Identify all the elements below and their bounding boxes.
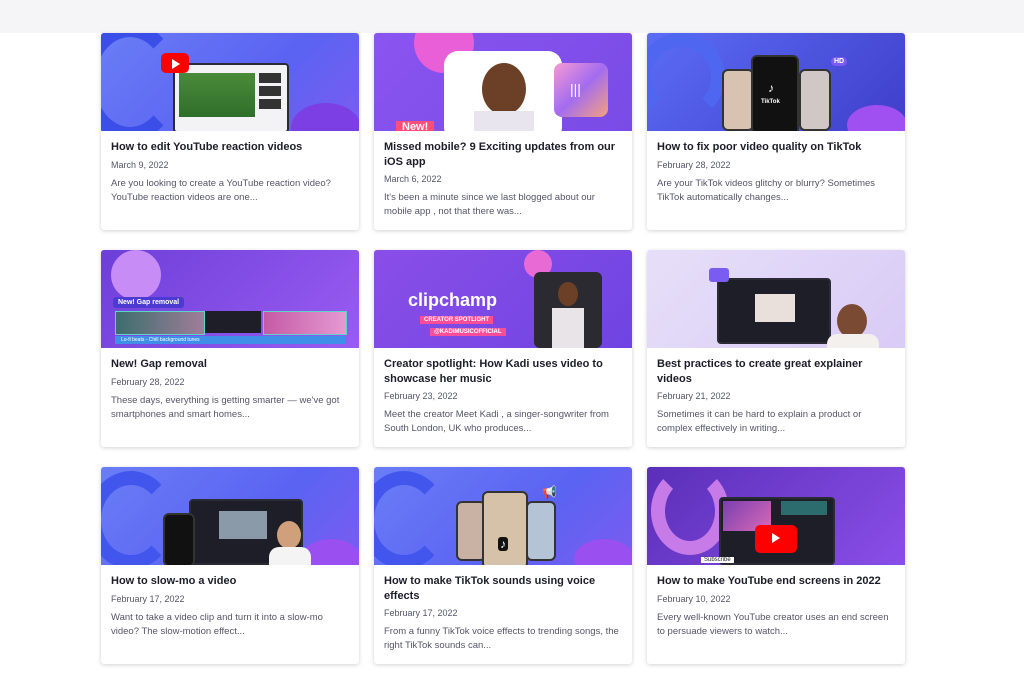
post-date: March 9, 2022 bbox=[111, 159, 169, 170]
post-thumbnail bbox=[101, 467, 359, 565]
timeline-gap bbox=[205, 311, 261, 333]
post-title[interactable]: Creator spotlight: How Kadi uses video t… bbox=[384, 357, 622, 386]
timeline-clip bbox=[263, 311, 347, 335]
post-title[interactable]: Missed mobile? 9 Exciting updates from o… bbox=[384, 140, 622, 169]
post-card[interactable]: ♪ 📢 How to make TikTok sounds using voic… bbox=[374, 467, 632, 664]
post-card[interactable]: Best practices to create great explainer… bbox=[647, 250, 905, 447]
phone-center: ♪ TikTok bbox=[751, 55, 799, 131]
post-card[interactable]: New! Gap removal Lo-fi beats - Chill bac… bbox=[101, 250, 359, 447]
timeline-clip bbox=[115, 311, 205, 335]
phone-right bbox=[526, 501, 556, 561]
youtube-icon bbox=[755, 525, 797, 553]
presenter-body bbox=[827, 334, 879, 348]
post-title[interactable]: How to fix poor video quality on TikTok bbox=[657, 140, 895, 155]
decor-blob bbox=[111, 250, 161, 300]
post-thumbnail: clipchamp CREATOR SPOTLIGHT @KADIMUSICOF… bbox=[374, 250, 632, 348]
megaphone-icon: 📢 bbox=[542, 485, 557, 499]
audio-track: Lo-fi beats - Chill background tunes bbox=[115, 336, 345, 344]
phone bbox=[163, 513, 195, 565]
post-date: February 23, 2022 bbox=[384, 391, 458, 401]
post-thumbnail: ||| New! bbox=[374, 33, 632, 131]
post-date: February 28, 2022 bbox=[111, 376, 185, 387]
post-date: February 28, 2022 bbox=[657, 159, 731, 170]
phone-center: ♪ bbox=[482, 491, 528, 565]
editor-screen bbox=[717, 278, 831, 344]
gap-removal-label: New! Gap removal bbox=[113, 297, 185, 308]
post-date: February 17, 2022 bbox=[384, 608, 458, 618]
post-title[interactable]: How to edit YouTube reaction videos bbox=[111, 140, 349, 155]
post-thumbnail: New! Gap removal Lo-fi beats - Chill bac… bbox=[101, 250, 359, 348]
top-banner-inner bbox=[92, 0, 980, 28]
audio-track-label: Lo-fi beats - Chill background tunes bbox=[121, 337, 200, 343]
post-thumbnail: ♪ 📢 bbox=[374, 467, 632, 565]
decor-blob bbox=[291, 103, 359, 131]
post-excerpt: Are your TikTok videos glitchy or blurry… bbox=[657, 177, 876, 203]
post-excerpt: Meet the creator Meet Kadi , a singer-so… bbox=[384, 409, 609, 434]
post-excerpt: Every well-known YouTube creator uses an… bbox=[657, 611, 889, 637]
post-thumbnail: ♪ TikTok HD bbox=[647, 33, 905, 131]
blog-post-grid: How to edit YouTube reaction videos Marc… bbox=[101, 33, 905, 664]
post-card[interactable]: ♪ TikTok HD How to fix poor video qualit… bbox=[647, 33, 905, 230]
tiktok-icon: ♪ bbox=[498, 537, 508, 551]
post-excerpt: These days, everything is getting smarte… bbox=[111, 394, 340, 420]
post-card[interactable]: ||| New! Missed mobile? 9 Exciting updat… bbox=[374, 33, 632, 230]
post-thumbnail bbox=[647, 250, 905, 348]
post-thumbnail bbox=[101, 33, 359, 131]
decor-blob bbox=[651, 467, 729, 555]
clipchamp-wordmark: clipchamp bbox=[408, 290, 498, 310]
camera-icon bbox=[709, 268, 729, 282]
new-badge: New! bbox=[396, 121, 435, 131]
phone-right bbox=[799, 69, 831, 131]
decor-blob bbox=[647, 33, 725, 121]
phone-frame bbox=[444, 51, 562, 131]
post-card[interactable]: How to edit YouTube reaction videos Marc… bbox=[101, 33, 359, 230]
phone-left bbox=[722, 69, 754, 131]
presenter-photo bbox=[837, 304, 867, 338]
decor-blob bbox=[101, 33, 179, 131]
post-date: February 17, 2022 bbox=[111, 593, 185, 604]
decor-blob bbox=[847, 105, 905, 131]
decor-blob bbox=[374, 471, 448, 565]
post-excerpt: From a funny TikTok voice effects to tre… bbox=[384, 626, 619, 651]
post-title[interactable]: How to make YouTube end screens in 2022 bbox=[657, 574, 895, 589]
post-date: February 21, 2022 bbox=[657, 391, 731, 401]
audio-card: ||| bbox=[554, 63, 608, 117]
kadi-handle-label: @KADIMUSICOFFICIAL bbox=[430, 328, 506, 336]
post-date: February 10, 2022 bbox=[657, 593, 731, 604]
post-title[interactable]: New! Gap removal bbox=[111, 357, 349, 372]
subscribe-label: Subscribe bbox=[701, 557, 734, 563]
post-title[interactable]: Best practices to create great explainer… bbox=[657, 357, 895, 386]
decor-blob bbox=[574, 539, 632, 565]
presenter-photo bbox=[277, 521, 301, 549]
creator-photo bbox=[534, 272, 602, 348]
hd-badge: HD bbox=[831, 57, 848, 66]
post-excerpt: Sometimes it can be hard to explain a pr… bbox=[657, 409, 862, 434]
presenter-body bbox=[269, 547, 311, 565]
top-banner-strip bbox=[0, 0, 1024, 33]
post-date: March 6, 2022 bbox=[384, 174, 442, 184]
creator-spotlight-label: CREATOR SPOTLIGHT bbox=[420, 316, 494, 324]
post-excerpt: It's been a minute since we last blogged… bbox=[384, 192, 595, 217]
laptop-screen bbox=[173, 63, 289, 131]
youtube-icon bbox=[161, 53, 189, 73]
post-thumbnail: Subscribe bbox=[647, 467, 905, 565]
post-excerpt: Are you looking to create a YouTube reac… bbox=[111, 177, 331, 203]
post-excerpt: Want to take a video clip and turn it in… bbox=[111, 611, 323, 637]
post-title[interactable]: How to slow-mo a video bbox=[111, 574, 349, 589]
post-title[interactable]: How to make TikTok sounds using voice ef… bbox=[384, 574, 622, 603]
tiktok-label: TikTok bbox=[761, 99, 780, 105]
post-card[interactable]: Subscribe How to make YouTube end screen… bbox=[647, 467, 905, 664]
post-card[interactable]: How to slow-mo a video February 17, 2022… bbox=[101, 467, 359, 664]
post-card[interactable]: clipchamp CREATOR SPOTLIGHT @KADIMUSICOF… bbox=[374, 250, 632, 447]
